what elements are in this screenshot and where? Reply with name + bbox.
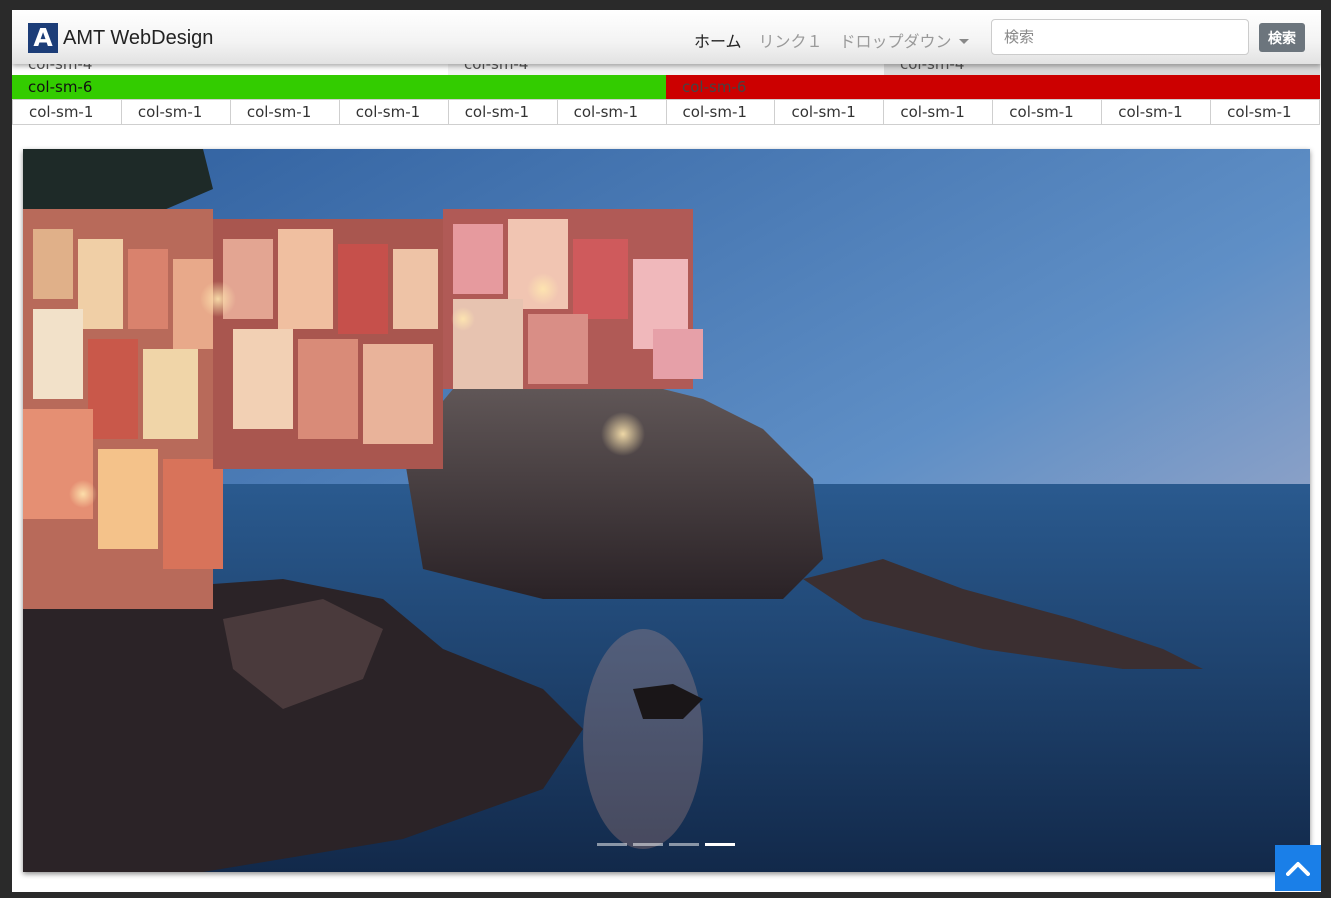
brand-name: AMT WebDesign [63,26,214,49]
search-input[interactable] [991,19,1249,55]
grid-row-col-sm-1: col-sm-1 col-sm-1 col-sm-1 col-sm-1 col-… [12,99,1321,125]
browser-viewport: col-sm-4 col-sm-4 col-sm-4 col-sm-6 col-… [12,10,1321,892]
carousel-indicator[interactable] [633,843,663,846]
grid-cell: col-sm-1 [993,99,1103,125]
chevron-up-icon [1286,862,1310,876]
brand-logo-letter: A [33,23,53,52]
grid-cell: col-sm-1 [884,99,994,125]
brand-link[interactable]: A AMT WebDesign [28,23,213,53]
carousel-indicators [597,843,741,846]
grid-cell: col-sm-1 [230,99,340,125]
carousel-indicator[interactable] [669,843,699,846]
carousel[interactable] [23,149,1310,872]
grid-cell: col-sm-1 [557,99,667,125]
back-to-top-button[interactable] [1275,845,1321,891]
grid-cell: col-sm-1 [121,99,231,125]
nav-item-home[interactable]: ホーム [694,28,742,52]
grid-cell-green: col-sm-6 [12,75,666,99]
grid-cell-red: col-sm-6 [666,75,1320,99]
grid-cell: col-sm-1 [666,99,776,125]
navbar: A AMT WebDesign ホーム リンク１ ドロップダウン 検索 [12,10,1321,64]
grid-cell: col-sm-1 [1211,99,1321,125]
brand-logo-icon: A [28,23,58,53]
nav-item-dropdown[interactable]: ドロップダウン [840,28,969,52]
grid-cell: col-sm-1 [339,99,449,125]
carousel-indicator[interactable] [597,843,627,846]
grid-cell: col-sm-1 [775,99,885,125]
carousel-indicator-active[interactable] [705,843,735,846]
search-button[interactable]: 検索 [1259,23,1305,52]
carousel-slide-image [23,149,1310,872]
grid-cell: col-sm-1 [1102,99,1212,125]
nav-item-link1[interactable]: リンク１ [759,28,823,52]
nav-item-dropdown-label: ドロップダウン [839,32,952,51]
grid-row-col-sm-6: col-sm-6 col-sm-6 [12,75,1320,99]
grid-cell: col-sm-1 [448,99,558,125]
nav-menu: ホーム リンク１ ドロップダウン [694,28,986,52]
grid-cell: col-sm-1 [12,99,122,125]
caret-down-icon [958,39,969,44]
